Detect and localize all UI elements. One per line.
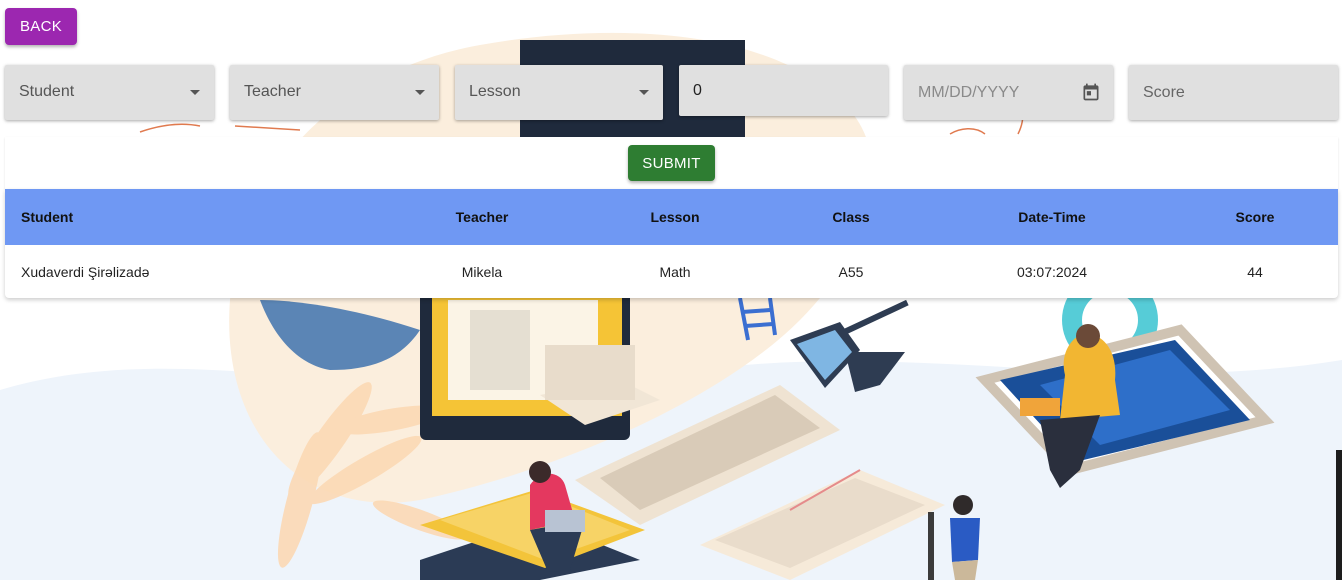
- teacher-select[interactable]: Teacher: [230, 65, 439, 120]
- date-field[interactable]: [904, 65, 1113, 120]
- cell-score: 44: [1247, 264, 1263, 280]
- header-date-time: Date-Time: [1018, 209, 1086, 225]
- back-button[interactable]: BACK: [5, 8, 77, 45]
- cell-date-time: 03:07:2024: [1016, 264, 1088, 280]
- header-lesson: Lesson: [650, 209, 700, 225]
- cell-lesson: Math: [659, 264, 691, 280]
- results-table: Student Teacher Lesson Class Date-Time S…: [5, 189, 1338, 298]
- submit-button[interactable]: SUBMIT: [628, 145, 715, 181]
- header-score: Score: [1235, 209, 1275, 225]
- header-teacher: Teacher: [455, 209, 509, 225]
- header-student: Student: [21, 209, 74, 225]
- student-select[interactable]: Student: [5, 65, 214, 120]
- calendar-icon[interactable]: [1081, 82, 1101, 102]
- cell-class: A55: [838, 264, 864, 280]
- class-input[interactable]: [679, 65, 888, 116]
- caret-down-icon: [190, 90, 200, 95]
- score-field[interactable]: [1129, 65, 1338, 120]
- right-edge-strip: [1336, 450, 1342, 580]
- lesson-select-label: Lesson: [469, 83, 521, 100]
- student-select-label: Student: [19, 83, 75, 100]
- header-class: Class: [832, 209, 870, 225]
- table-header: Student Teacher Lesson Class Date-Time S…: [5, 189, 1338, 245]
- lesson-select[interactable]: Lesson: [455, 65, 663, 120]
- cell-teacher: Mikela: [461, 264, 503, 280]
- caret-down-icon: [415, 90, 425, 95]
- submit-bar: SUBMIT: [5, 137, 1338, 189]
- table-row[interactable]: Xudaverdi Şirəlizadə Mikela Math A55 03:…: [5, 245, 1338, 298]
- score-input[interactable]: [1129, 65, 1338, 120]
- cell-student: Xudaverdi Şirəlizadə: [21, 264, 150, 280]
- caret-down-icon: [639, 90, 649, 95]
- teacher-select-label: Teacher: [244, 83, 301, 100]
- class-field[interactable]: [679, 65, 888, 116]
